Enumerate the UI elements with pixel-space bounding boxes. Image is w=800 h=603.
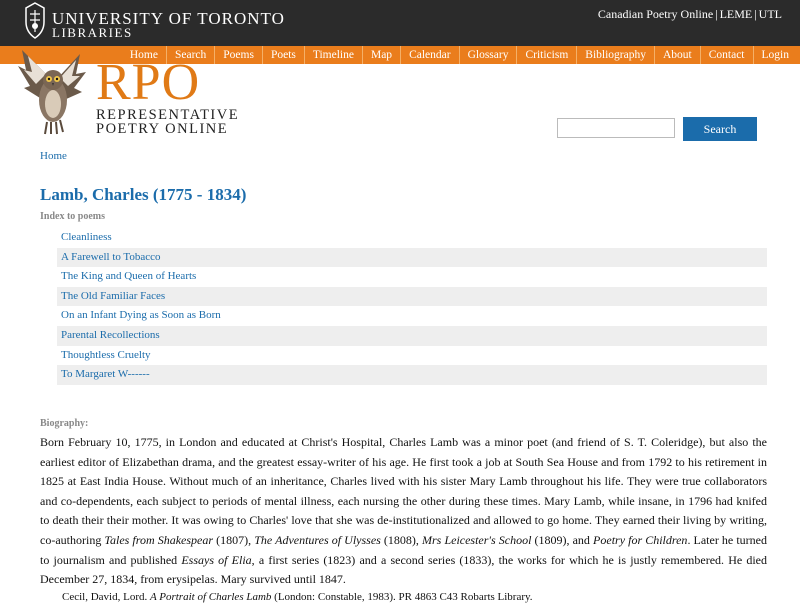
link-separator: | [754, 7, 757, 21]
citation-author: Cecil, David, Lord. [62, 591, 150, 603]
work-title: The Adventures of Ulysses [254, 532, 381, 547]
breadcrumb-home[interactable]: Home [40, 150, 67, 162]
page-title: Lamb, Charles (1775 - 1834) [40, 185, 247, 204]
citation-title: A Portrait of Charles Lamb [149, 591, 272, 603]
bio-text-segment: (1808), [380, 532, 423, 547]
university-crest-icon [25, 2, 45, 39]
bibliography-citation: Cecil, David, Lord. A Portrait of Charle… [62, 591, 533, 603]
poem-link[interactable]: Thoughtless Cruelty [57, 346, 767, 366]
canadian-poetry-online-link[interactable]: Canadian Poetry Online [598, 7, 713, 21]
nav-contact[interactable]: Contact [699, 46, 753, 64]
search-button[interactable]: Search [683, 117, 757, 141]
poem-link[interactable]: Parental Recollections [57, 325, 767, 346]
nav-login[interactable]: Login [752, 46, 797, 64]
rpo-logo-text[interactable]: RPO [96, 56, 200, 110]
poem-list: Cleanliness A Farewell to Tobacco The Ki… [57, 228, 767, 385]
search-input[interactable] [557, 118, 675, 138]
bio-text-segment: (1809), and [531, 532, 594, 547]
university-header: UNIVERSITY OF TORONTO LIBRARIES Canadian… [0, 0, 800, 46]
biography-label: Biography: [40, 418, 89, 429]
nav-criticism[interactable]: Criticism [516, 46, 576, 64]
nav-calendar[interactable]: Calendar [400, 46, 459, 64]
index-label: Index to poems [40, 211, 106, 222]
nav-poems[interactable]: Poems [214, 46, 262, 64]
work-title: Poetry for Children [593, 532, 688, 547]
poem-link[interactable]: Cleanliness [57, 228, 767, 248]
rpo-logo-subtitle-line2: POETRY ONLINE [96, 121, 229, 137]
biography-text: Born February 10, 1775, in London and ed… [40, 433, 767, 590]
poem-link[interactable]: The Old Familiar Faces [57, 286, 767, 307]
nav-bibliography[interactable]: Bibliography [576, 46, 654, 64]
poem-link[interactable]: The King and Queen of Hearts [57, 267, 767, 287]
work-title: Mrs Leicester's School [422, 532, 532, 547]
nav-timeline[interactable]: Timeline [303, 46, 362, 64]
link-separator: | [715, 7, 718, 21]
nav-glossary[interactable]: Glossary [458, 46, 517, 64]
bio-text-segment: (1807), [213, 532, 255, 547]
work-title: Essays of Elia [181, 552, 252, 567]
bio-text-segment: Born February 10, 1775, in London and ed… [40, 435, 767, 547]
nav-about[interactable]: About [653, 46, 700, 64]
poem-link[interactable]: On an Infant Dying as Soon as Born [57, 306, 767, 326]
owl-logo-icon[interactable] [16, 48, 88, 138]
utl-link[interactable]: UTL [759, 7, 782, 21]
leme-link[interactable]: LEME [720, 7, 753, 21]
poem-link[interactable]: To Margaret W------ [57, 365, 767, 385]
nav-map[interactable]: Map [361, 46, 400, 64]
libraries-name[interactable]: LIBRARIES [52, 25, 133, 41]
nav-poets[interactable]: Poets [261, 46, 304, 64]
work-title: Tales from Shakespear [104, 532, 214, 547]
citation-rest: (London: Constable, 1983). PR 4863 C43 R… [271, 591, 533, 603]
poem-link[interactable]: A Farewell to Tobacco [57, 247, 767, 268]
top-links: Canadian Poetry Online | LEME | UTL [598, 7, 782, 22]
